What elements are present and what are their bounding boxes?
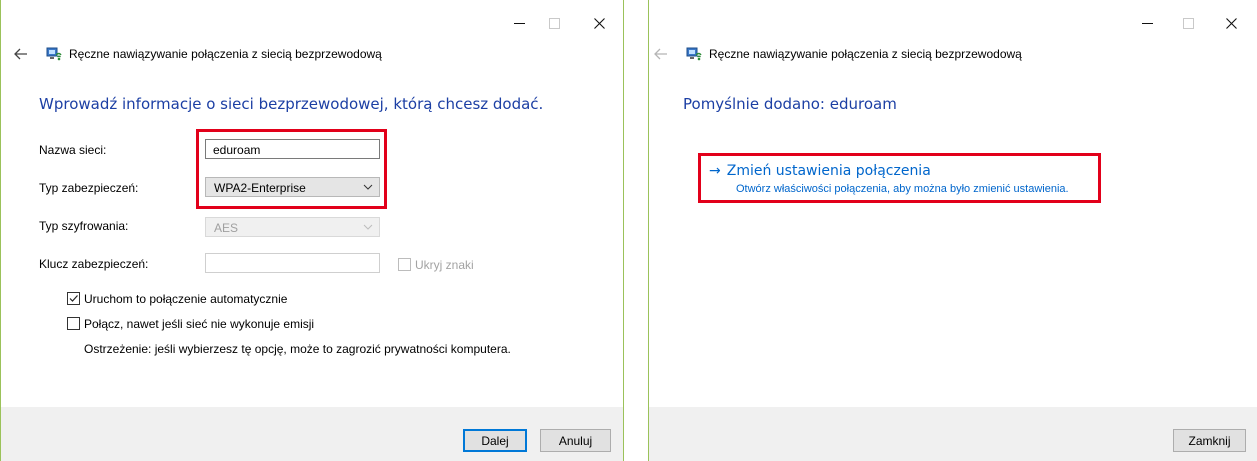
auto-start-checkbox[interactable]	[67, 292, 80, 305]
encryption-type-value: AES	[214, 221, 239, 235]
close-icon	[593, 17, 605, 29]
change-settings-description[interactable]: Otwórz właściwości połączenia, aby można…	[736, 183, 1069, 195]
security-type-label: Typ zabezpieczeń:	[39, 181, 139, 195]
page-heading: Wprowadź informacje o sieci bezprzewodow…	[39, 95, 544, 113]
wizard-footer: Dalej Anuluj	[1, 407, 623, 461]
network-icon	[45, 45, 63, 63]
arrow-right-icon: →	[709, 163, 721, 179]
window-title: Ręczne nawiązywanie połączenia z siecią …	[709, 47, 1022, 61]
maximize-icon	[548, 17, 560, 29]
close-dialog-button[interactable]: Zamknij	[1173, 429, 1246, 452]
maximize-icon	[1182, 17, 1194, 29]
security-type-value: WPA2-Enterprise	[214, 181, 306, 195]
security-key-input	[205, 253, 380, 273]
success-heading: Pomyślnie dodano: eduroam	[683, 95, 897, 113]
encryption-type-label: Typ szyfrowania:	[39, 219, 129, 233]
hide-chars-checkbox	[398, 258, 411, 271]
minimize-icon	[1141, 22, 1153, 24]
back-arrow-icon	[649, 44, 673, 64]
close-button[interactable]	[1211, 12, 1251, 34]
close-button[interactable]	[579, 12, 619, 34]
change-settings-link[interactable]: → Zmień ustawienia połączenia	[709, 163, 931, 179]
security-type-select[interactable]: WPA2-Enterprise	[205, 177, 380, 197]
cancel-button[interactable]: Anuluj	[540, 429, 611, 452]
close-icon	[1225, 17, 1237, 29]
chevron-down-icon	[363, 184, 373, 190]
maximize-button	[1168, 12, 1208, 34]
chevron-down-icon	[363, 224, 373, 230]
back-arrow-icon[interactable]	[9, 44, 33, 64]
change-settings-title: Zmień ustawienia połączenia	[726, 163, 931, 179]
minimize-button[interactable]	[499, 12, 539, 34]
connect-hidden-label[interactable]: Połącz, nawet jeśli sieć nie wykonuje em…	[84, 317, 314, 331]
network-name-input[interactable]: eduroam	[205, 139, 380, 159]
minimize-button[interactable]	[1127, 12, 1167, 34]
window-title: Ręczne nawiązywanie połączenia z siecią …	[69, 47, 382, 61]
hide-chars-label: Ukryj znaki	[415, 258, 474, 272]
wizard-footer: Zamknij	[649, 407, 1257, 461]
maximize-button	[534, 12, 574, 34]
security-key-label: Klucz zabezpieczeń:	[39, 257, 149, 271]
wizard-window-step2: Ręczne nawiązywanie połączenia z siecią …	[648, 0, 1257, 461]
encryption-type-select: AES	[205, 217, 380, 237]
network-name-label: Nazwa sieci:	[39, 143, 107, 157]
connect-hidden-checkbox[interactable]	[67, 317, 80, 330]
wizard-titlebar: Ręczne nawiązywanie połączenia z siecią …	[9, 42, 382, 66]
auto-start-label[interactable]: Uruchom to połączenie automatycznie	[84, 292, 287, 306]
wizard-titlebar: Ręczne nawiązywanie połączenia z siecią …	[649, 42, 1022, 66]
checkmark-icon	[69, 295, 78, 302]
privacy-warning: Ostrzeżenie: jeśli wybierzesz tę opcję, …	[84, 342, 511, 356]
next-button[interactable]: Dalej	[463, 429, 527, 452]
minimize-icon	[513, 22, 525, 24]
wizard-window-step1: Ręczne nawiązywanie połączenia z siecią …	[0, 0, 624, 461]
network-icon	[685, 45, 703, 63]
